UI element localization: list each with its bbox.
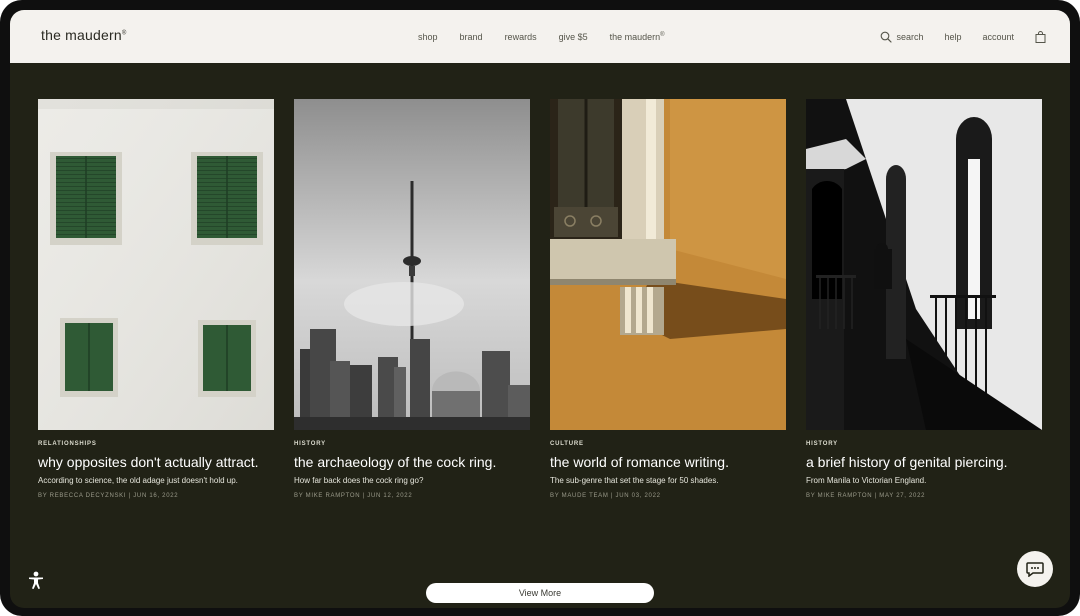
nav-brand[interactable]: brand	[460, 32, 483, 42]
article-category[interactable]: HISTORY	[806, 441, 1042, 447]
nav-account[interactable]: account	[982, 32, 1014, 42]
chat-bubble-icon	[1026, 562, 1044, 577]
utility-nav: search help account	[880, 10, 1046, 63]
article-category[interactable]: CULTURE	[550, 441, 786, 447]
nav-the-maudern-mark: ®	[660, 31, 665, 38]
view-more-button[interactable]: View More	[426, 583, 654, 603]
article-card[interactable]: HISTORY a brief history of genital pierc…	[806, 99, 1042, 499]
logo-text: the maudern	[41, 27, 122, 43]
article-byline: BY MIKE RAMPTON | JUN 12, 2022	[294, 493, 413, 499]
nav-give[interactable]: give $5	[559, 32, 588, 42]
site-header: the maudern® shop brand rewards give $5 …	[10, 10, 1070, 63]
article-category[interactable]: RELATIONSHIPS	[38, 441, 274, 447]
site-logo[interactable]: the maudern®	[41, 27, 126, 43]
nav-the-maudern[interactable]: the maudern®	[610, 32, 665, 42]
search-label: search	[896, 31, 924, 42]
article-image-shutters[interactable]	[38, 99, 274, 430]
chat-button[interactable]	[1017, 551, 1053, 587]
nav-rewards[interactable]: rewards	[505, 32, 537, 42]
article-card[interactable]: HISTORY the archaeology of the cock ring…	[294, 99, 530, 499]
article-category[interactable]: HISTORY	[294, 441, 530, 447]
article-subtitle: How far back does the cock ring go?	[294, 476, 424, 485]
article-image-ochre-wall[interactable]	[550, 99, 786, 430]
article-card[interactable]: CULTURE the world of romance writing. Th…	[550, 99, 786, 499]
article-title[interactable]: a brief history of genital piercing.	[806, 453, 1042, 471]
article-image-balcony[interactable]	[806, 99, 1042, 430]
accessibility-icon[interactable]	[26, 570, 46, 590]
article-byline: BY MAUDE TEAM | JUN 03, 2022	[550, 493, 661, 499]
article-byline: BY MIKE RAMPTON | MAY 27, 2022	[806, 493, 926, 499]
search-icon	[881, 31, 893, 43]
article-image-skyline[interactable]	[294, 99, 530, 430]
article-title[interactable]: why opposites don't actually attract.	[38, 453, 274, 471]
search-link[interactable]: search	[880, 31, 923, 43]
article-title[interactable]: the archaeology of the cock ring.	[294, 453, 530, 471]
device-frame: the maudern® shop brand rewards give $5 …	[0, 0, 1080, 616]
nav-shop[interactable]: shop	[418, 32, 438, 42]
logo-mark: ®	[121, 30, 127, 37]
article-title[interactable]: the world of romance writing.	[550, 453, 786, 471]
article-subtitle: The sub-genre that set the stage for 50 …	[550, 476, 719, 485]
article-subtitle: From Manila to Victorian England.	[806, 476, 927, 485]
article-byline: BY REBECCA DECYZNSKI | JUN 16, 2022	[38, 493, 179, 499]
nav-the-maudern-label: the maudern	[609, 31, 661, 42]
main-nav: shop brand rewards give $5 the maudern®	[418, 10, 665, 63]
browser-viewport: the maudern® shop brand rewards give $5 …	[10, 10, 1070, 608]
nav-help[interactable]: help	[944, 32, 961, 42]
article-card[interactable]: RELATIONSHIPS why opposites don't actual…	[38, 99, 274, 499]
article-subtitle: According to science, the old adage just…	[38, 476, 238, 485]
shopping-bag-icon[interactable]	[1035, 30, 1046, 43]
